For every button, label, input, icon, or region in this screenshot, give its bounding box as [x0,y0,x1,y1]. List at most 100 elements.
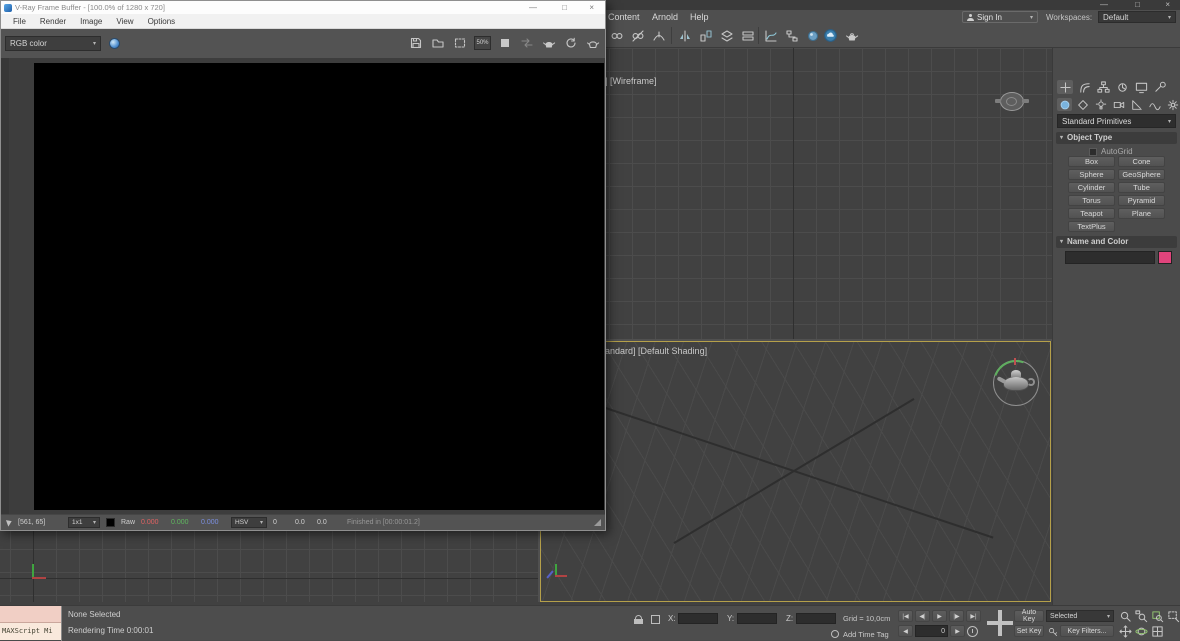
tab-modify-icon[interactable] [1076,80,1092,94]
bind-to-spacewarp-icon[interactable] [650,27,667,44]
interactive-render-icon[interactable] [585,35,601,51]
maximize-icon[interactable]: □ [562,1,567,14]
category-geometry-icon[interactable] [1057,98,1072,111]
ribbon-toggle-icon[interactable] [739,27,756,44]
play-button[interactable]: ▶ [932,610,947,622]
tab-display-icon[interactable] [1133,80,1149,94]
pyramid-button[interactable]: Pyramid [1118,195,1165,206]
compare-images-icon[interactable] [519,35,535,51]
menu-content[interactable]: Content [608,10,640,24]
next-frame-button[interactable]: |▶ [949,610,964,622]
vfb-menu-view[interactable]: View [109,17,140,26]
viewport-top[interactable]: ] [Wireframe] [540,48,1052,339]
auto-key-button[interactable]: Auto Key [1014,610,1044,622]
z-coordinate-input[interactable] [796,613,836,624]
zoom-all-icon[interactable] [1134,609,1149,623]
pan-icon[interactable] [1118,624,1133,638]
go-to-start-button[interactable]: |◀ [898,610,913,622]
vfb-canvas-area[interactable] [1,58,605,516]
curve-editor-icon[interactable] [762,27,779,44]
category-shapes-icon[interactable] [1075,98,1090,111]
rt-render-icon[interactable] [563,35,579,51]
nav-cross-icon[interactable] [986,609,1014,637]
select-and-link-icon[interactable] [608,27,625,44]
teapot-object-top-view[interactable] [998,90,1030,116]
category-helpers-icon[interactable] [1129,98,1144,111]
plane-button[interactable]: Plane [1118,208,1165,219]
selection-lock-icon[interactable] [634,615,643,624]
render-last-icon[interactable] [541,35,557,51]
signin-button[interactable]: Sign In ▾ [962,11,1038,23]
y-coordinate-input[interactable] [737,613,777,624]
object-type-rollout[interactable]: ▾ Object Type [1056,132,1177,144]
vfb-menu-file[interactable]: File [6,17,33,26]
vfb-menu-image[interactable]: Image [73,17,109,26]
zoom-icon[interactable] [1118,609,1133,623]
category-systems-icon[interactable] [1165,98,1180,111]
key-step-forward-button[interactable]: ▶ [950,625,965,637]
key-step-back-button[interactable]: ◀ [898,625,913,637]
object-color-swatch[interactable] [1158,251,1172,264]
zoom-region-icon[interactable] [1166,609,1180,623]
stamp-icon[interactable] [497,35,513,51]
box-button[interactable]: Box [1068,156,1115,167]
go-to-end-button[interactable]: ▶| [966,610,981,622]
region-render-icon[interactable] [452,35,468,51]
srgb-globe-icon[interactable] [109,38,120,49]
geosphere-button[interactable]: GeoSphere [1118,169,1165,180]
orbit-icon[interactable] [1134,624,1149,638]
resize-grip-icon[interactable] [594,519,601,526]
material-editor-icon[interactable] [804,27,821,44]
previous-frame-button[interactable]: ◀| [915,610,930,622]
tab-utilities-icon[interactable] [1152,80,1168,94]
time-configuration-icon[interactable] [967,626,978,637]
autogrid-checkbox[interactable] [1089,148,1097,156]
viewport-perspective[interactable]: andard] [Default Shading] [540,341,1051,602]
render-setup-icon[interactable] [843,27,860,44]
set-key-button[interactable]: Set Key [1014,625,1044,637]
rendered-image[interactable] [34,63,604,510]
viewport-top-label[interactable]: ] [Wireframe] [605,76,657,86]
channel-select[interactable]: RGB color ▾ [5,36,101,51]
add-time-tag[interactable]: Add Time Tag [843,630,889,639]
cloud-render-icon[interactable] [822,27,839,44]
zoom-select[interactable]: 1x1 ▾ [68,517,100,528]
vfb-menu-options[interactable]: Options [141,17,183,26]
category-cameras-icon[interactable] [1111,98,1126,111]
torus-button[interactable]: Torus [1068,195,1115,206]
x-coordinate-input[interactable] [678,613,718,624]
save-image-icon[interactable] [408,35,424,51]
mirror-icon[interactable] [676,27,693,44]
align-icon[interactable] [697,27,714,44]
teapot-button[interactable]: Teapot [1068,208,1115,219]
name-and-color-rollout[interactable]: ▾ Name and Color [1056,236,1177,248]
minimize-icon[interactable]: — [529,1,537,14]
unlink-icon[interactable] [629,27,646,44]
current-frame-field[interactable]: 0 [915,625,948,637]
primitives-dropdown[interactable]: Standard Primitives ▾ [1057,114,1176,128]
cylinder-button[interactable]: Cylinder [1068,182,1115,193]
layer-explorer-icon[interactable] [718,27,735,44]
load-image-icon[interactable] [430,35,446,51]
minimize-icon[interactable]: — [1100,0,1108,10]
textplus-button[interactable]: TextPlus [1068,221,1115,232]
key-filters-button[interactable]: Key Filters... [1060,625,1114,637]
absolute-offset-toggle-icon[interactable] [651,615,660,624]
viewport-persp-label[interactable]: andard] [Default Shading] [605,346,707,356]
maxscript-listener-row[interactable]: MAXScript Mi [0,623,61,640]
cone-button[interactable]: Cone [1118,156,1165,167]
object-name-input[interactable] [1065,251,1155,264]
vfb-titlebar[interactable]: V-Ray Frame Buffer - [100.0% of 1280 x 7… [1,1,605,14]
key-mode-icon[interactable] [1048,627,1058,637]
schematic-view-icon[interactable] [783,27,800,44]
workspace-select[interactable]: Default ▾ [1098,11,1176,23]
maxscript-mini-listener[interactable]: MAXScript Mi [0,606,62,641]
selection-set-dropdown[interactable]: Selected ▾ [1046,610,1114,622]
menu-arnold[interactable]: Arnold [652,10,678,24]
tab-hierarchy-icon[interactable] [1095,80,1111,94]
sphere-button[interactable]: Sphere [1068,169,1115,180]
colorspace-select[interactable]: HSV ▾ [231,517,267,528]
close-icon[interactable]: × [589,1,594,14]
tab-motion-icon[interactable] [1114,80,1130,94]
maximize-viewport-icon[interactable] [1150,624,1165,638]
